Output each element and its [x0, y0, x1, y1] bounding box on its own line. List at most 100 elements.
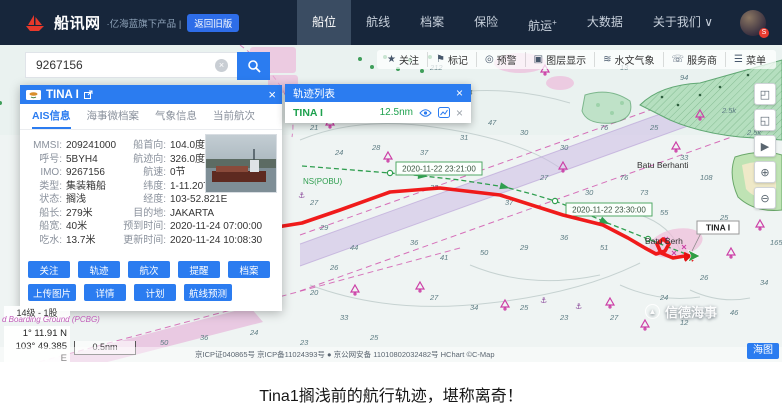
toolbar-item-标记[interactable]: ⚑标记	[427, 52, 476, 67]
clear-search-icon[interactable]: ×	[215, 59, 228, 72]
svg-text:24: 24	[334, 148, 343, 157]
action-buttons-row1: 关注轨迹航次提醒档案	[28, 261, 270, 278]
nav-item-船位[interactable]: 船位	[297, 0, 351, 45]
speed-chart-icon[interactable]	[438, 107, 450, 118]
button-详情[interactable]: 详情	[84, 284, 126, 301]
field-value: 326.0度	[170, 153, 205, 167]
toolbar-item-服务商[interactable]: ☏服务商	[663, 52, 726, 67]
toolbar-item-图层显示[interactable]: ▣图层显示	[525, 52, 594, 67]
svg-text:24: 24	[659, 293, 668, 302]
button-航线预测[interactable]: 航线预测	[184, 284, 232, 301]
button-关注[interactable]: 关注	[28, 261, 70, 278]
timestamp-label: 2020-11-22 23:30:00	[566, 203, 652, 216]
nav-item-关于我们[interactable]: 关于我们 ∨	[638, 0, 728, 45]
visibility-eye-icon[interactable]	[419, 108, 432, 118]
svg-text:36: 36	[200, 333, 209, 342]
alert-icon: ◎	[485, 54, 494, 65]
svg-text:⚓: ⚓	[298, 191, 305, 200]
svg-text:26: 26	[329, 263, 339, 272]
ship-photo[interactable]	[206, 135, 276, 192]
field-row: 状态:搁浅	[20, 193, 120, 207]
close-icon[interactable]: ×	[268, 85, 276, 104]
close-icon[interactable]: ×	[456, 86, 463, 100]
brand[interactable]: 船讯网 ·亿海蓝旗下产品 | 返回旧版	[8, 12, 239, 33]
button-上传图片[interactable]: 上传图片	[28, 284, 76, 301]
field-value: 集装箱船	[66, 180, 106, 194]
svg-text:76: 76	[600, 123, 609, 132]
brand-name: 船讯网	[54, 12, 101, 33]
svg-text:44: 44	[350, 243, 358, 252]
field-label: 船宽:	[20, 220, 62, 234]
svg-text:27: 27	[539, 173, 549, 182]
toolbar-item-label: 标记	[448, 52, 468, 67]
svg-text:47: 47	[488, 118, 497, 127]
avatar-badge: S	[759, 28, 769, 38]
toolbar-item-水文气象[interactable]: ≋水文气象	[594, 52, 662, 67]
svg-text:31: 31	[460, 133, 468, 142]
svg-text:Batu Berh: Batu Berh	[645, 236, 683, 246]
nav-item-保险[interactable]: 保险	[459, 0, 513, 45]
fullscreen-icon[interactable]: ◰	[754, 83, 776, 105]
nav-item-大数据[interactable]: 大数据	[572, 0, 638, 45]
back-to-old-version-button[interactable]: 返回旧版	[187, 14, 239, 32]
field-value: 9267156	[66, 166, 105, 180]
search-input[interactable]	[25, 52, 237, 78]
field-row: 类型: 集装箱船	[20, 180, 120, 194]
svg-text:36: 36	[410, 238, 419, 247]
tab-当前航次[interactable]: 当前航次	[213, 104, 255, 129]
track-ship-name: TINA I	[293, 107, 323, 119]
svg-text:23: 23	[299, 338, 309, 347]
toolbar-item-关注[interactable]: ★关注	[379, 52, 427, 67]
avatar[interactable]: S	[740, 10, 766, 36]
svg-text:34: 34	[760, 278, 768, 287]
field-label: IMO:	[20, 166, 62, 180]
chart-mode-button[interactable]: 海图	[747, 343, 779, 359]
field-value: 103-52.821E	[170, 193, 227, 207]
tab-气象信息[interactable]: 气象信息	[155, 104, 197, 129]
nav-item-航运[interactable]: 航运+	[513, 0, 572, 45]
button-档案[interactable]: 档案	[228, 261, 270, 278]
svg-text:165: 165	[770, 238, 782, 247]
svg-text:26: 26	[699, 273, 709, 282]
tab-海事微档案[interactable]: 海事微档案	[87, 104, 140, 129]
button-轨迹[interactable]: 轨迹	[78, 261, 120, 278]
svg-text:34: 34	[470, 303, 478, 312]
ship-panel-header: TINA I ×	[20, 85, 282, 104]
button-计划[interactable]: 计划	[134, 284, 176, 301]
zoom-in-icon[interactable]: ⊕	[754, 161, 776, 183]
field-label: 类型:	[20, 180, 62, 194]
page: 船讯网 ·亿海蓝旗下产品 | 返回旧版 船位航线档案保险航运+大数据关于我们 ∨…	[0, 0, 782, 420]
field-label: 经度:	[120, 193, 166, 207]
svg-text:21: 21	[309, 123, 318, 132]
remove-track-icon[interactable]: ×	[456, 106, 463, 120]
pan-icon[interactable]: ▶	[754, 135, 776, 157]
exit-fullscreen-icon[interactable]: ◱	[754, 109, 776, 131]
nav-item-档案[interactable]: 档案	[405, 0, 459, 45]
svg-text:⚓: ⚓	[540, 296, 547, 305]
ship-panel-tabs: AIS信息海事微档案气象信息当前航次	[20, 104, 282, 130]
service-icon: ☏	[672, 54, 685, 65]
toolbar-item-预警[interactable]: ◎预警	[476, 52, 525, 67]
brand-suffix: ·亿海蓝旗下产品 |	[107, 16, 182, 30]
field-value: 0节	[170, 166, 186, 180]
svg-text:20: 20	[309, 288, 319, 297]
open-in-new-icon[interactable]	[84, 90, 93, 99]
field-label: 预到时间:	[120, 220, 166, 234]
search-button[interactable]	[237, 52, 270, 80]
svg-text:TINA I: TINA I	[706, 223, 730, 233]
cyprus-flag-icon	[26, 90, 41, 100]
svg-text:30: 30	[585, 188, 594, 197]
track-list-row[interactable]: TINA I 12.5nm ×	[285, 102, 471, 123]
svg-text:94: 94	[680, 73, 688, 82]
ais-fields-left: MMSI:209241000呼号:5BYH4IMO:9267156类型:集装箱船…	[20, 139, 120, 247]
toolbar-item-菜单[interactable]: ☰菜单	[725, 52, 774, 67]
button-航次[interactable]: 航次	[128, 261, 170, 278]
nav-item-航线[interactable]: 航线	[351, 0, 405, 45]
button-提醒[interactable]: 提醒	[178, 261, 220, 278]
svg-text:2.5k: 2.5k	[721, 106, 737, 115]
map-toolbar: ★关注⚑标记◎预警▣图层显示≋水文气象☏服务商☰菜单	[377, 50, 776, 69]
tab-AIS信息[interactable]: AIS信息	[32, 104, 71, 129]
svg-text:30: 30	[520, 128, 529, 137]
field-value: 2020-11-24 10:08:30	[170, 234, 262, 248]
zoom-out-icon[interactable]: ⊖	[754, 187, 776, 209]
